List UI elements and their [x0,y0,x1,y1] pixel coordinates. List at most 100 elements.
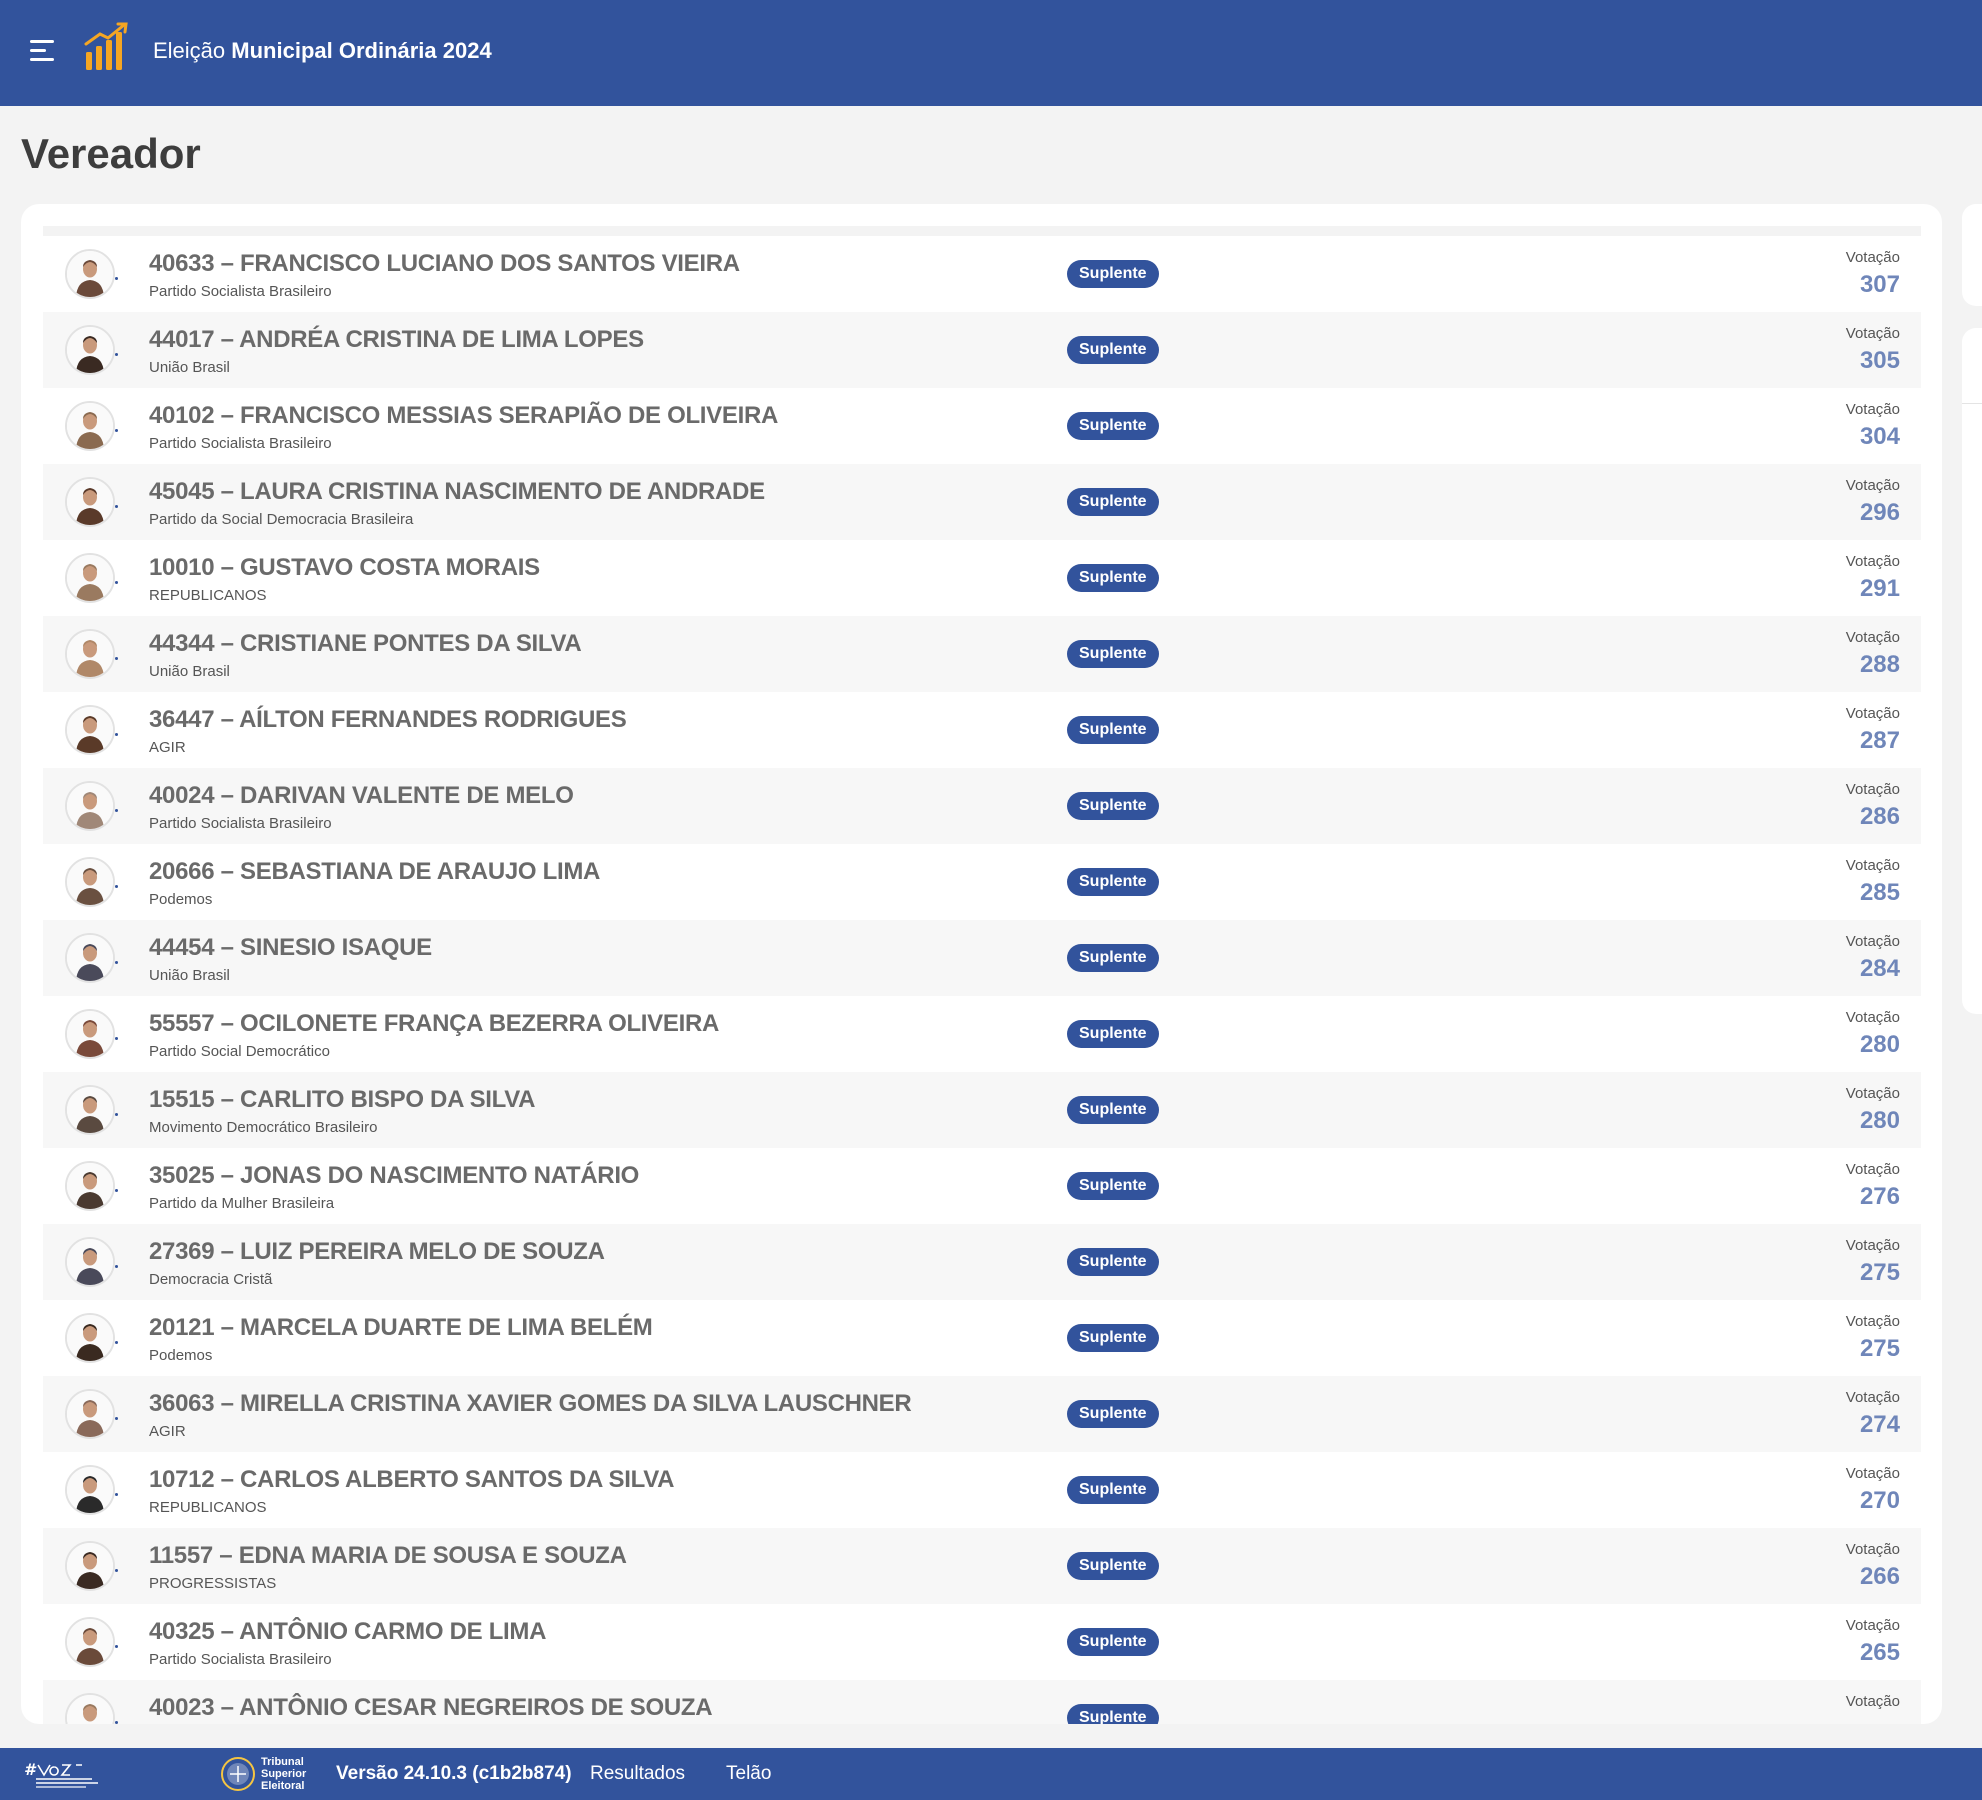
candidate-name: 36447 – AÍLTON FERNANDES RODRIGUES [149,706,627,733]
candidate-name: 15515 – CARLITO BISPO DA SILVA [149,1086,536,1113]
avatar-indicator [115,1189,118,1192]
vote-count: 270 [1859,1487,1900,1514]
candidate-photo-icon [67,1619,113,1665]
candidate-name: 27369 – LUIZ PEREIRA MELO DE SOUZA [149,1238,605,1265]
vote-count: 285 [1859,879,1900,906]
vote-count: 276 [1859,1183,1900,1210]
candidate-row[interactable]: 36063 – MIRELLA CRISTINA XAVIER GOMES DA… [43,1376,1921,1452]
candidate-row[interactable]: 40102 – FRANCISCO MESSIAS SERAPIÃO DE OL… [43,388,1921,464]
app-title-bold: Municipal Ordinária 2024 [231,38,492,63]
candidate-party: PROGRESSISTAS [149,1575,277,1592]
candidate-avatar [65,1693,115,1724]
side-panel-top [1962,204,1982,306]
candidate-avatar [65,553,115,603]
candidate-avatar [65,629,115,679]
candidate-row[interactable]: 27369 – LUIZ PEREIRA MELO DE SOUZA Democr… [43,1224,1921,1300]
vote-label: Votação [1845,325,1900,342]
candidate-avatar [65,401,115,451]
vote-label: Votação [1845,249,1900,266]
candidate-avatar [65,933,115,983]
vote-count: 296 [1859,499,1900,526]
candidates-card: 40633 – FRANCISCO LUCIANO DOS SANTOS VIE… [21,204,1942,1724]
candidate-avatar [65,1617,115,1667]
vote-count: 291 [1859,575,1900,602]
avatar-indicator [115,1721,118,1724]
candidate-row[interactable]: 45045 – LAURA CRISTINA NASCIMENTO DE AND… [43,464,1921,540]
candidate-row[interactable]: 10712 – CARLOS ALBERTO SANTOS DA SILVA RE… [43,1452,1921,1528]
avatar-indicator [115,1113,118,1116]
candidate-avatar [65,1389,115,1439]
vote-count: 275 [1859,1259,1900,1286]
vote-label: Votação [1845,1161,1900,1178]
candidate-name: 20121 – MARCELA DUARTE DE LIMA BELÉM [149,1314,653,1341]
candidate-row[interactable]: 20666 – SEBASTIANA DE ARAUJO LIMA Podemos… [43,844,1921,920]
avatar-indicator [115,1493,118,1496]
status-badge: Suplente [1067,716,1159,744]
candidate-avatar [65,1313,115,1363]
status-badge: Suplente [1067,1324,1159,1352]
candidate-party: Movimento Democrático Brasileiro [149,1119,378,1136]
status-badge: Suplente [1067,1704,1159,1724]
avatar-indicator [115,1265,118,1268]
candidate-party: Partido Socialista Brasileiro [149,435,332,452]
vote-count: 284 [1859,955,1900,982]
candidate-row[interactable]: 44344 – CRISTIANE PONTES DA SILVA União B… [43,616,1921,692]
candidate-row[interactable]: 44017 – ANDRÉA CRISTINA DE LIMA LOPES Uni… [43,312,1921,388]
app-title-prefix: Eleição [153,38,226,63]
status-badge: Suplente [1067,944,1159,972]
candidate-party: AGIR [149,1423,186,1440]
candidate-row[interactable]: 40633 – FRANCISCO LUCIANO DOS SANTOS VIE… [43,236,1921,312]
candidate-photo-icon [67,859,113,905]
side-panel [1962,328,1982,1014]
candidate-photo-icon [67,631,113,677]
status-badge: Suplente [1067,260,1159,288]
candidate-photo-icon [67,403,113,449]
candidate-row[interactable]: 44454 – SINESIO ISAQUE União Brasil Suplen… [43,920,1921,996]
candidate-row[interactable]: 40024 – DARIVAN VALENTE DE MELO Partido S… [43,768,1921,844]
candidate-row[interactable]: 36447 – AÍLTON FERNANDES RODRIGUES AGIR Su… [43,692,1921,768]
avatar-indicator [115,809,118,812]
candidate-photo-icon [67,1087,113,1133]
candidate-party: REPUBLICANOS [149,587,267,604]
candidate-name: 20666 – SEBASTIANA DE ARAUJO LIMA [149,858,601,885]
candidate-row[interactable]: 55557 – OCILONETE FRANÇA BEZERRA OLIVEIR… [43,996,1921,1072]
candidate-row[interactable]: 40023 – ANTÔNIO CESAR NEGREIROS DE SOUZA… [43,1680,1921,1724]
candidate-photo-icon [67,1467,113,1513]
vote-label: Votação [1845,1085,1900,1102]
candidate-list: 40633 – FRANCISCO LUCIANO DOS SANTOS VIE… [43,226,1921,1724]
candidate-name: 40102 – FRANCISCO MESSIAS SERAPIÃO DE OL… [149,402,779,429]
candidate-name: 10712 – CARLOS ALBERTO SANTOS DA SILVA [149,1466,675,1493]
candidate-row[interactable]: 35025 – JONAS DO NASCIMENTO NATÁRIO Parti… [43,1148,1921,1224]
candidate-avatar [65,325,115,375]
vote-label: Votação [1845,1313,1900,1330]
hamburger-menu-icon[interactable] [30,40,56,64]
footer-org-line2: Superior [261,1768,307,1780]
status-badge: Suplente [1067,1172,1159,1200]
status-badge: Suplente [1067,1552,1159,1580]
vote-count: 275 [1859,1335,1900,1362]
candidate-row[interactable]: 40325 – ANTÔNIO CARMO DE LIMA Partido Soc… [43,1604,1921,1680]
status-badge: Suplente [1067,1628,1159,1656]
vote-count: 280 [1859,1031,1900,1058]
avatar-indicator [115,733,118,736]
avatar-indicator [115,1417,118,1420]
candidate-row[interactable]: 10010 – GUSTAVO COSTA MORAIS REPUBLICANOS… [43,540,1921,616]
candidate-party: REPUBLICANOS [149,1499,267,1516]
vote-count: 304 [1859,423,1900,450]
candidate-name: 44344 – CRISTIANE PONTES DA SILVA [149,630,582,657]
candidate-row[interactable]: 11557 – EDNA MARIA DE SOUSA E SOUZA PROGR… [43,1528,1921,1604]
candidate-party: União Brasil [149,359,230,376]
candidate-name: 40325 – ANTÔNIO CARMO DE LIMA [149,1618,547,1645]
footer-link-results[interactable]: Resultados [590,1763,685,1785]
vote-label: Votação [1845,933,1900,950]
candidate-row[interactable]: 20121 – MARCELA DUARTE DE LIMA BELÉM Pode… [43,1300,1921,1376]
vote-label: Votação [1845,477,1900,494]
candidate-row[interactable]: 15515 – CARLITO BISPO DA SILVA Movimento … [43,1072,1921,1148]
footer-link-telao[interactable]: Telão [726,1763,771,1785]
candidate-party: União Brasil [149,967,230,984]
candidate-party: AGIR [149,739,186,756]
candidate-party: Partido da Mulher Brasileira [149,1195,335,1212]
status-badge: Suplente [1067,488,1159,516]
candidate-avatar [65,1465,115,1515]
voz-da-democracia-logo-icon: # [24,1760,98,1788]
